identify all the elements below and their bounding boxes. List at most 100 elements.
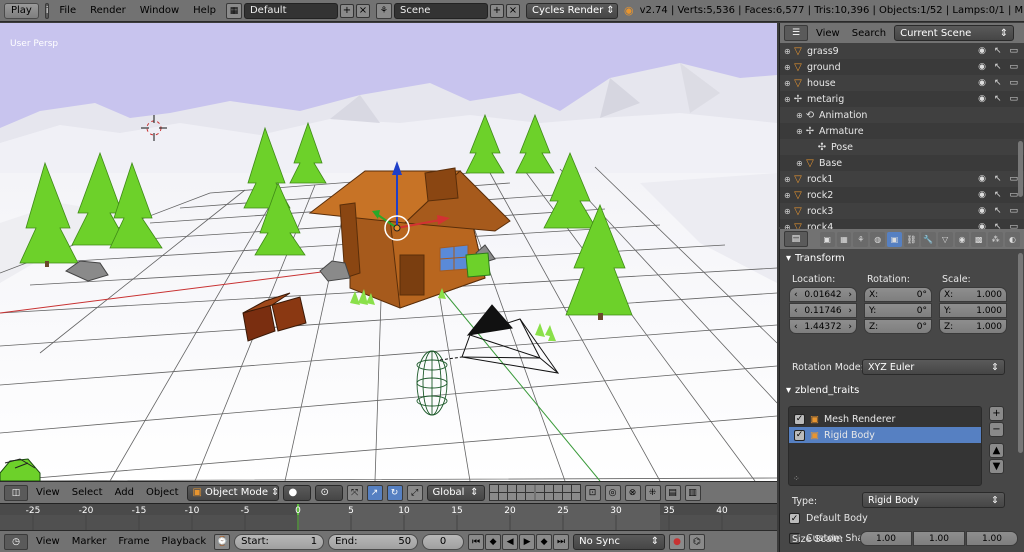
physics-tab-icon[interactable]: ◐ [1005,231,1020,247]
rotation-mode-dropdown[interactable]: XYZ Euler ⇕ [862,359,1005,375]
traits-list[interactable]: ✓ ▣ Mesh Renderer ✓ ▣ Rigid Body ⁘ [788,406,982,486]
editor-type-properties-icon[interactable]: ▤ [784,231,808,247]
size-scale-z-field[interactable]: 1.00 [966,531,1018,546]
move-trait-up-button[interactable]: ▲ [989,443,1004,458]
menu-add[interactable]: Add [111,487,138,498]
scene-icon[interactable]: ⚘ [375,2,392,19]
material-tab-icon[interactable]: ◉ [954,231,970,247]
outliner-row-metarig[interactable]: ⊕ ✢ metarig ◉ ↖ ▭ [780,91,1024,107]
scale-x-field[interactable]: X: 1.000 [939,287,1007,302]
snap-toggle-icon[interactable]: ⊗ [624,484,641,501]
layers-tab-icon[interactable]: ▦ [836,231,852,247]
play-button[interactable]: Play [4,2,39,19]
visibility-eye-icon[interactable]: ◉ [978,94,986,104]
screen-layout-field[interactable]: Default [243,2,338,19]
render-camera-icon[interactable]: ▭ [1009,46,1018,56]
menu-marker[interactable]: Marker [68,536,111,547]
layer-lock-icon[interactable]: ⊡ [584,484,601,501]
move-trait-down-button[interactable]: ▼ [989,459,1004,474]
properties-scrollbar[interactable] [1018,253,1023,453]
snap-element-icon[interactable]: ⁜ [644,484,661,501]
jump-start-icon[interactable]: ⏮ [468,533,485,550]
select-arrow-icon[interactable]: ↖ [994,78,1002,88]
outliner-item-name[interactable]: grass9 [807,46,839,57]
location-y-field[interactable]: ‹ 0.11746 › [789,303,857,318]
menu-help[interactable]: Help [189,5,220,16]
outliner-item-name[interactable]: rock2 [807,190,833,201]
menu-frame[interactable]: Frame [114,536,153,547]
add-trait-button[interactable]: + [989,406,1004,421]
opengl-render-icon[interactable]: ▤ [664,484,681,501]
menu-file[interactable]: File [55,5,80,16]
render-camera-icon[interactable]: ▭ [1009,78,1018,88]
select-arrow-icon[interactable]: ↖ [994,94,1002,104]
location-z-field[interactable]: ‹ 1.44372 › [789,319,857,334]
default-body-checkbox[interactable]: ✓ [789,513,800,524]
trait-row-rigid-body[interactable]: ✓ ▣ Rigid Body [789,427,981,443]
traits-panel-title[interactable]: ▾ zblend_traits [780,381,859,399]
display-mode-dropdown[interactable]: Current Scene ⇕ [894,25,1015,41]
render-tab-icon[interactable]: ▣ [819,231,835,247]
render-camera-icon[interactable]: ▭ [1009,206,1018,216]
trait-checkbox[interactable]: ✓ [794,413,805,425]
render-camera-icon[interactable]: ▭ [1009,62,1018,72]
next-key-icon[interactable]: ◆ [536,533,553,550]
add-scene-button[interactable]: + [489,3,504,18]
editor-type-outliner-icon[interactable]: ☰ [784,25,808,41]
mode-dropdown[interactable]: ▣ Object Mode ⇕ [186,484,279,501]
render-camera-icon[interactable]: ▭ [1009,174,1018,184]
shading-dropdown[interactable]: ● [282,484,311,501]
outliner-item-name[interactable]: ground [807,62,841,73]
expand-arrow-icon[interactable]: ⊕ [796,111,804,120]
rotate-manipulator-icon[interactable]: ↻ [386,484,403,501]
default-body-option[interactable]: ✓ Default Body [789,513,868,524]
outliner-item-name[interactable]: Pose [831,142,853,153]
select-arrow-icon[interactable]: ↖ [994,62,1002,72]
visibility-eye-icon[interactable]: ◉ [978,206,986,216]
expand-arrow-icon[interactable]: ⊕ [784,79,792,88]
menu-select[interactable]: Select [68,487,107,498]
editor-type-3d-icon[interactable]: ◫ [4,484,28,501]
menu-object[interactable]: Object [142,487,183,498]
render-animation-icon[interactable]: ▥ [684,484,701,501]
outliner-item-name[interactable]: Armature [819,126,864,137]
scene-field[interactable]: Scene [393,2,488,19]
menu-view[interactable]: View [32,487,64,498]
keying-set-icon[interactable]: ⌬ [689,533,706,550]
outliner-row-house[interactable]: ⊕ ▽ house ◉ ↖ ▭ [780,75,1024,91]
expand-arrow-icon[interactable]: ⊕ [784,175,792,184]
screen-layout-icon[interactable]: ▦ [225,2,242,19]
select-arrow-icon[interactable]: ↖ [994,174,1002,184]
scale-y-field[interactable]: Y: 1.000 [939,303,1007,318]
menu-window[interactable]: Window [136,5,183,16]
outliner-row-animation[interactable]: ⊕ ⟲ Animation [780,107,1024,123]
outliner-row-ground[interactable]: ⊕ ▽ ground ◉ ↖ ▭ [780,59,1024,75]
rotation-x-field[interactable]: X: 0° [864,287,932,302]
proportional-edit-icon[interactable]: ◎ [604,484,621,501]
outliner-item-name[interactable]: rock1 [807,174,833,185]
size-scale-y-field[interactable]: 1.00 [913,531,965,546]
outliner-scrollbar[interactable] [1018,141,1023,197]
expand-arrow-icon[interactable]: ⊕ [784,47,792,56]
visibility-eye-icon[interactable]: ◉ [978,62,986,72]
end-frame-field[interactable]: End: 50 [328,533,419,550]
render-camera-icon[interactable]: ▭ [1009,94,1018,104]
menu-tl-view[interactable]: View [32,536,64,547]
editor-type-timeline-icon[interactable]: ◷ [4,533,28,550]
scale-z-field[interactable]: Z: 1.000 [939,319,1007,334]
current-frame-field[interactable]: 0 [422,533,465,550]
jump-end-icon[interactable]: ⏭ [553,533,570,550]
expand-arrow-icon[interactable]: ⊕ [796,159,804,168]
outliner-item-name[interactable]: house [807,78,836,89]
constraints-tab-icon[interactable]: ⛓ [904,231,919,247]
preview-range-icon[interactable]: ⌚ [214,533,231,550]
outliner-item-name[interactable]: rock3 [807,206,833,217]
remove-trait-button[interactable]: − [989,422,1004,437]
expand-arrow-icon[interactable]: ⊕ [796,127,804,136]
expand-arrow-icon[interactable]: ⊕ [784,207,792,216]
manipulator-toggle-icon[interactable]: ⤧ [346,484,363,501]
layer-buttons[interactable] [488,484,581,501]
visibility-eye-icon[interactable]: ◉ [978,78,986,88]
play-reverse-icon[interactable]: ◀ [502,533,519,550]
list-resize-handle-icon[interactable]: ⁘ [793,474,800,483]
